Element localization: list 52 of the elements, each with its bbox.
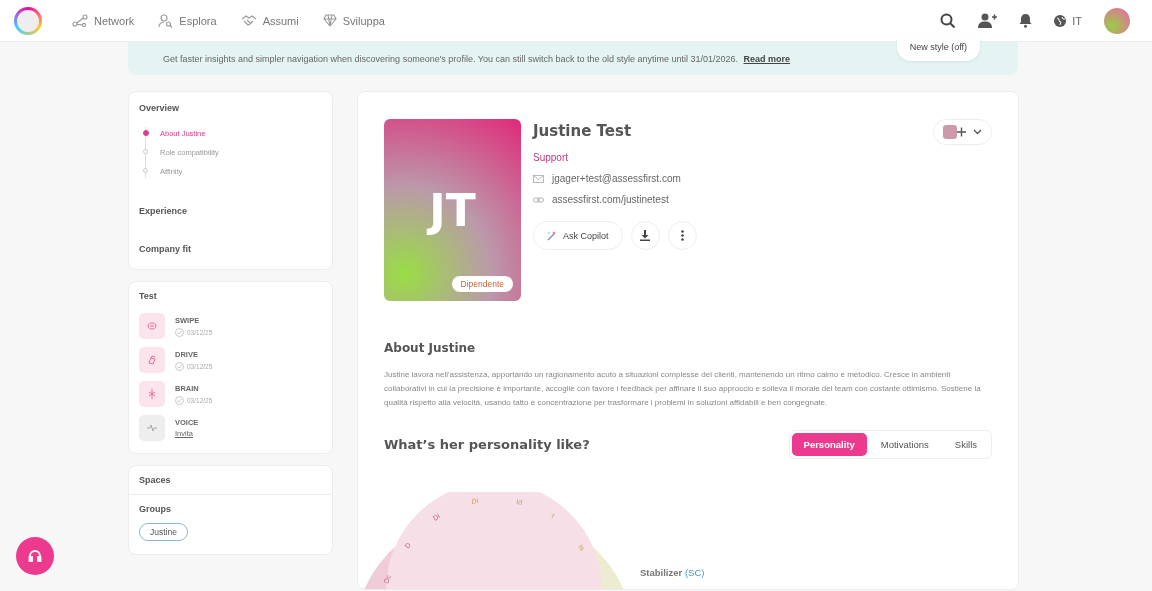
section-title: Overview <box>139 103 181 113</box>
profile-url[interactable]: assessfirst.com/justinetest <box>552 194 669 205</box>
person-search-icon <box>158 13 174 28</box>
section-title: Groups <box>139 504 172 514</box>
headset-icon <box>28 549 42 563</box>
section-title: Test <box>139 291 158 301</box>
more-icon <box>680 230 684 241</box>
profile-email: jgager+test@assessfirst.com <box>552 173 681 184</box>
test-icon <box>139 313 165 339</box>
profile-role: Support <box>533 152 569 163</box>
tab[interactable]: Skills <box>942 433 989 456</box>
nav-link[interactable]: Sviluppa <box>322 13 385 28</box>
read-more-link[interactable]: Read more <box>743 53 791 64</box>
mail-icon <box>533 174 544 183</box>
profile-name: Justine Test <box>533 122 632 140</box>
chevron-down-icon <box>973 129 982 135</box>
about-paragraph: Justine lavora nell'assistenza, apportando un ragionamento acuto a situazioni complesse dei clienti, mantenendo un ritmo calmo e metodico. Cresce in ambienti collaborativi in cui la precisione è importante, accoglie con favore i feedback per affinare il suo approccio e solleva il morale del team con costante ottimismo. Sostiene la qualità rispetto alla velocità, usando tatto e concentrazione per trasformare i problemi in soluzioni affidabili e ben congegnate. <box>384 369 982 409</box>
add-person-icon[interactable] <box>978 13 998 28</box>
style-toggle-button[interactable]: New style (off) <box>896 36 980 61</box>
nav-link[interactable]: Assumi <box>240 13 299 28</box>
banner-text: Get faster insights and simpler navigation when discovering someone's profile. You can still switch back to the old style anytime until 31/01/2026. Read more <box>163 53 791 64</box>
ask-copilot-button[interactable]: Ask Copilot <box>533 221 623 250</box>
download-icon <box>640 230 651 241</box>
nav-section[interactable]: Experience <box>139 206 322 216</box>
check-circle-icon <box>175 395 184 405</box>
section-heading: What’s her personality like? <box>384 437 590 452</box>
status-badge: Dipendente <box>451 276 513 292</box>
section-title: Spaces <box>139 475 172 485</box>
search-icon[interactable] <box>940 12 957 29</box>
download-button[interactable] <box>630 221 660 250</box>
diamond-icon <box>322 14 337 27</box>
profile-type-title: Stabilizer (SC) <box>640 567 705 578</box>
network-icon <box>72 13 88 28</box>
link-icon <box>533 195 544 204</box>
tab[interactable]: Motivations <box>868 433 941 456</box>
tab[interactable]: Personality <box>791 433 867 456</box>
section-heading: About Justine <box>384 341 477 355</box>
nav-section[interactable]: Company fit <box>139 244 322 254</box>
nav-link[interactable]: Network <box>72 13 135 28</box>
check-circle-icon <box>175 327 184 337</box>
sparkle-wand-icon <box>547 230 557 241</box>
avatar-plus-icon <box>943 125 967 139</box>
test-icon <box>139 415 165 441</box>
help-button[interactable] <box>16 537 54 575</box>
test-icon <box>139 381 165 407</box>
language-selector[interactable]: IT <box>1054 14 1082 27</box>
handshake-icon <box>240 13 257 28</box>
bell-icon[interactable] <box>1019 13 1033 28</box>
nav-link[interactable]: Esplora <box>158 13 217 28</box>
check-circle-icon <box>175 361 184 371</box>
test-icon <box>139 347 165 373</box>
user-avatar[interactable] <box>1104 7 1130 34</box>
